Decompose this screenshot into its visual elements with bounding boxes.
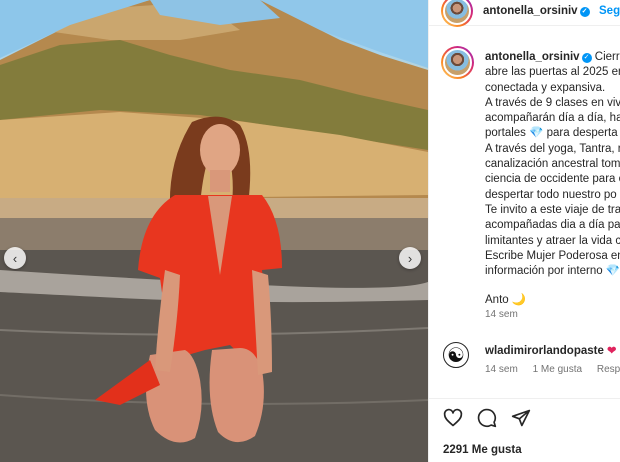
post-details-panel: antonella_orsiniv✓ Segu antonella_orsini… (428, 0, 620, 462)
heart-emoji-icon: ❤ (607, 345, 617, 357)
caption-author-avatar[interactable] (441, 46, 474, 79)
verified-icon: ✓ (579, 7, 590, 17)
caption-signoff: Anto 🌙 (485, 294, 527, 307)
follow-button[interactable]: Segu (599, 5, 620, 17)
caption-line: abre las puertas al 2025 en (485, 66, 620, 79)
previous-photo-button[interactable]: ‹ (4, 247, 26, 269)
author-username[interactable]: antonella_orsiniv ✓ (483, 5, 590, 17)
comment-reply-button[interactable]: Respon (597, 364, 620, 375)
caption-line: conectada y expansiva. (485, 81, 606, 94)
caption-line: A través de 9 clases en vivo (485, 96, 620, 109)
likes-count[interactable]: 2291 Me gusta (443, 444, 522, 456)
post-photo[interactable]: ‹ › (0, 0, 428, 462)
next-photo-button[interactable]: › (399, 247, 421, 269)
actions-divider (429, 398, 620, 399)
verified-icon: ✓ (581, 53, 592, 63)
heart-icon[interactable] (443, 408, 463, 428)
caption-line: ciencia de occidente para c (485, 173, 620, 186)
caption-text: antonella_orsiniv✓ Cierra abre las puert… (485, 50, 620, 309)
comment-likes[interactable]: 1 Me gusta (533, 364, 582, 375)
caption-line: Te invito a este viaje de tra (485, 203, 620, 216)
caption-username[interactable]: antonella_orsiniv (485, 51, 580, 63)
caption-line: información por interno 💎 (485, 265, 620, 278)
post-timestamp[interactable]: 14 sem (485, 309, 518, 320)
caption-line: acompañadas dia a día par (485, 219, 620, 232)
caption-line: despertar todo nuestro po (485, 188, 617, 201)
comment-username[interactable]: wladimirorlandopaste ❤ (485, 344, 616, 357)
caption-author-avatar-image (443, 48, 472, 77)
post-header: antonella_orsiniv✓ Segu (429, 0, 620, 27)
comment-meta: 14 sem 1 Me gusta Respon (485, 364, 620, 375)
caption-line: limitantes y atraer la vida c (485, 234, 620, 247)
comment-icon[interactable] (477, 408, 497, 428)
comment-timestamp[interactable]: 14 sem (485, 364, 518, 375)
caption-line: portales 💎 para desperta (485, 127, 618, 140)
share-icon[interactable] (511, 408, 531, 428)
caption-line: Escribe Mujer Poderosa en (485, 249, 620, 262)
yin-yang-icon[interactable]: ☯ (443, 342, 469, 368)
author-avatar[interactable] (441, 0, 473, 27)
comment-username-text[interactable]: wladimirorlandopaste (485, 345, 604, 357)
caption-line: Cierra (594, 51, 620, 63)
author-username-text[interactable]: antonella_orsiniv (483, 5, 578, 17)
caption-line: acompañarán día a día, ha (485, 112, 620, 125)
author-avatar-image (443, 0, 471, 25)
beach-scene-image (0, 0, 428, 462)
caption-line: canalización ancestral toma (485, 158, 620, 171)
caption-line: A través del yoga, Tantra, r (485, 142, 620, 155)
post-actions (443, 408, 531, 428)
